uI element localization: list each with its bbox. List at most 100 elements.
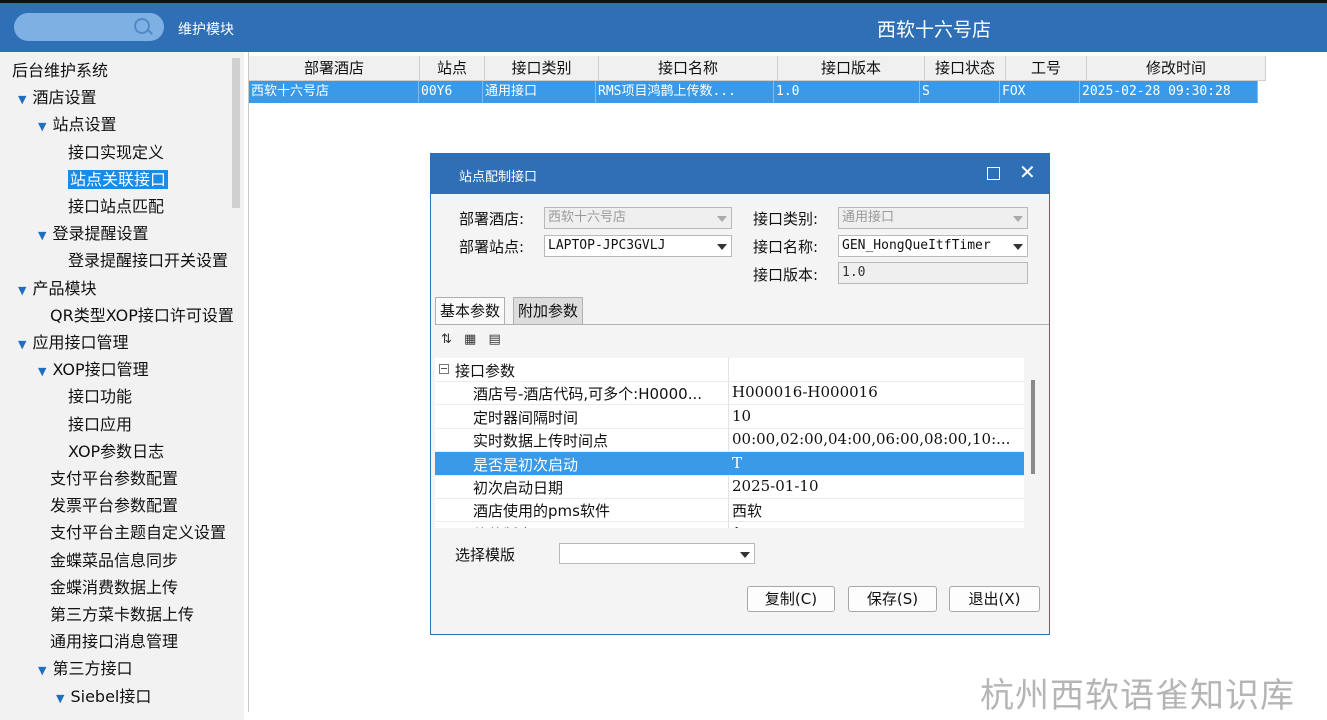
expand-arrow-icon[interactable]: ▼ xyxy=(56,692,64,705)
module-label[interactable]: 维护模块 xyxy=(178,19,234,39)
interface-name-combo[interactable]: GEN_HongQueItfTimer xyxy=(838,235,1028,257)
search-box[interactable] xyxy=(14,13,164,41)
categorize-icon[interactable]: ▦ xyxy=(464,332,476,347)
version-label: 接口版本: xyxy=(753,266,819,284)
maximize-icon[interactable] xyxy=(987,167,1000,180)
property-row[interactable]: 软件版本 1 xyxy=(435,522,1024,528)
site-interface-dialog: 站点配制接口 ✕ 部署酒店: 西软十六号店 接口类别: 通用接口 部署站点: L… xyxy=(430,153,1050,635)
sidebar-item[interactable]: ▼ 产品模块 xyxy=(18,276,96,301)
expand-arrow-icon[interactable]: ▼ xyxy=(38,120,46,133)
sidebar-item[interactable]: 接口实现定义 xyxy=(68,140,164,165)
sidebar-item[interactable]: ▼ 应用接口管理 xyxy=(18,330,128,355)
properties-icon[interactable]: ▤ xyxy=(488,332,500,347)
sidebar-item[interactable]: 接口功能 xyxy=(68,384,132,409)
expand-arrow-icon[interactable]: ▼ xyxy=(38,664,46,677)
copy-button[interactable]: 复制(C) xyxy=(747,586,835,612)
property-row[interactable]: 酒店使用的pms软件 西软 xyxy=(435,498,1024,523)
property-row[interactable]: 酒店号-酒店代码,可多个:H0000... H000016-H000016 xyxy=(435,381,1024,406)
sidebar-item[interactable]: 通用接口消息管理 xyxy=(50,629,178,654)
property-row[interactable]: 是否是初次启动 T xyxy=(435,451,1024,476)
sidebar-item[interactable]: 接口应用 xyxy=(68,412,132,437)
expand-arrow-icon[interactable]: ▼ xyxy=(18,93,26,106)
chevron-down-icon[interactable] xyxy=(734,544,754,564)
column-header[interactable]: 站点 xyxy=(420,56,485,80)
sidebar-item-label: 金蝶消费数据上传 xyxy=(50,577,179,597)
expand-arrow-icon[interactable]: ▼ xyxy=(38,365,46,378)
sort-az-icon[interactable]: ⇅ xyxy=(441,332,452,347)
table-cell: FOX xyxy=(1000,81,1080,103)
column-header[interactable]: 修改时间 xyxy=(1087,56,1266,80)
column-header[interactable]: 接口状态 xyxy=(925,56,1006,80)
sidebar-item[interactable]: ▼ 登录提醒设置 xyxy=(38,221,148,246)
sidebar-item[interactable]: 站点关联接口 xyxy=(68,167,169,192)
chevron-down-icon[interactable] xyxy=(711,236,731,256)
sidebar-item-label: 通用接口消息管理 xyxy=(50,632,179,652)
version-field[interactable]: 1.0 xyxy=(838,262,1028,284)
site-label: 部署站点: xyxy=(459,238,525,256)
sidebar-item[interactable]: 金蝶菜品信息同步 xyxy=(50,548,178,573)
collapse-icon[interactable] xyxy=(439,364,449,374)
property-value[interactable]: 10 xyxy=(732,407,751,425)
table-cell: 2025-02-28 09:30:28 xyxy=(1080,81,1258,103)
property-toolbar: ⇅ ▦ ▤ xyxy=(441,332,509,347)
chevron-down-icon[interactable] xyxy=(711,208,731,228)
property-row[interactable]: 初次启动日期 2025-01-10 xyxy=(435,475,1024,499)
expand-arrow-icon[interactable]: ▼ xyxy=(18,338,26,351)
property-name: 是否是初次启动 xyxy=(473,455,579,474)
property-value[interactable]: 1 xyxy=(732,524,742,528)
exit-button[interactable]: 退出(X) xyxy=(949,586,1040,612)
search-icon[interactable] xyxy=(134,18,150,34)
sidebar-item[interactable]: ▼ 第三方接口 xyxy=(38,656,132,681)
property-value[interactable]: T xyxy=(732,454,742,472)
column-header[interactable]: 接口名称 xyxy=(599,56,778,80)
expand-arrow-icon[interactable]: ▼ xyxy=(18,284,26,297)
property-row[interactable]: 实时数据上传时间点 00:00,02:00,04:00,06:00,08:00,1… xyxy=(435,428,1024,453)
sidebar-item[interactable]: ▼ 站点设置 xyxy=(38,112,116,137)
template-combo[interactable] xyxy=(559,543,755,564)
close-icon[interactable]: ✕ xyxy=(1019,160,1036,184)
sidebar-item[interactable]: XOP参数日志 xyxy=(68,439,164,464)
property-category[interactable]: 接口参数 xyxy=(435,358,1024,382)
sidebar-item[interactable]: ▼ Siebel接口 xyxy=(56,684,151,709)
property-scrollbar[interactable] xyxy=(1031,380,1035,474)
sidebar-item[interactable]: 接口站点匹配 xyxy=(68,194,164,219)
column-header[interactable]: 接口类别 xyxy=(485,56,599,80)
property-value[interactable]: 西软 xyxy=(732,500,762,521)
sidebar-item[interactable]: 第三方菜卡数据上传 xyxy=(50,602,194,627)
column-header[interactable]: 接口版本 xyxy=(778,56,925,80)
sidebar-item[interactable]: ▼ XOP接口管理 xyxy=(38,357,149,382)
sidebar-item[interactable]: 支付平台参数配置 xyxy=(50,466,178,491)
column-header[interactable]: 工号 xyxy=(1006,56,1087,80)
property-row[interactable]: 定时器间隔时间 10 xyxy=(435,405,1024,429)
sidebar-item[interactable]: 后台维护系统 xyxy=(12,58,108,83)
sidebar-item[interactable]: 登录提醒接口开关设置 xyxy=(68,248,228,273)
table-row[interactable]: 西软十六号店 00Y6 通用接口 RMS项目鸿鹊上传数... 1.0 S FOX 2025-0… xyxy=(249,81,1258,103)
site-combo[interactable]: LAPTOP-JPC3GVLJ xyxy=(544,235,732,257)
tab-basic-params[interactable]: 基本参数 xyxy=(435,297,506,324)
category-combo[interactable]: 通用接口 xyxy=(838,207,1028,229)
sidebar-item[interactable]: 金蝶消费数据上传 xyxy=(50,575,178,600)
category-value: 通用接口 xyxy=(842,210,895,225)
chevron-down-icon[interactable] xyxy=(1007,208,1027,228)
sidebar-item-label: 接口实现定义 xyxy=(68,142,165,162)
column-header[interactable]: 部署酒店 xyxy=(249,56,420,80)
expand-arrow-icon[interactable]: ▼ xyxy=(38,229,46,242)
property-value[interactable]: 00:00,02:00,04:00,06:00,08:00,10:... xyxy=(732,430,1010,448)
save-button[interactable]: 保存(S) xyxy=(848,586,937,612)
sidebar-item-label: 接口站点匹配 xyxy=(68,197,165,216)
sidebar-item[interactable]: QR类型XOP接口许可设置 xyxy=(50,303,234,328)
sidebar-item-label: QR类型XOP接口许可设置 xyxy=(50,305,234,325)
sidebar-scrollbar[interactable] xyxy=(232,58,240,208)
sidebar-item[interactable]: ▼ 酒店设置 xyxy=(18,85,96,110)
sidebar-item[interactable]: 发票平台参数配置 xyxy=(50,493,178,518)
table-cell: 通用接口 xyxy=(483,81,596,103)
chevron-down-icon[interactable] xyxy=(1007,236,1027,256)
hotel-combo[interactable]: 西软十六号店 xyxy=(544,207,732,229)
property-value[interactable]: 2025-01-10 xyxy=(732,477,818,495)
site-value: LAPTOP-JPC3GVLJ xyxy=(548,238,666,253)
property-value[interactable]: H000016-H000016 xyxy=(732,383,878,401)
tab-extra-params[interactable]: 附加参数 xyxy=(513,297,584,324)
sidebar-item[interactable]: 支付平台主题自定义设置 xyxy=(50,520,226,545)
hotel-value: 西软十六号店 xyxy=(548,210,627,225)
watermark: 杭州西软语雀知识库 xyxy=(980,676,1295,716)
